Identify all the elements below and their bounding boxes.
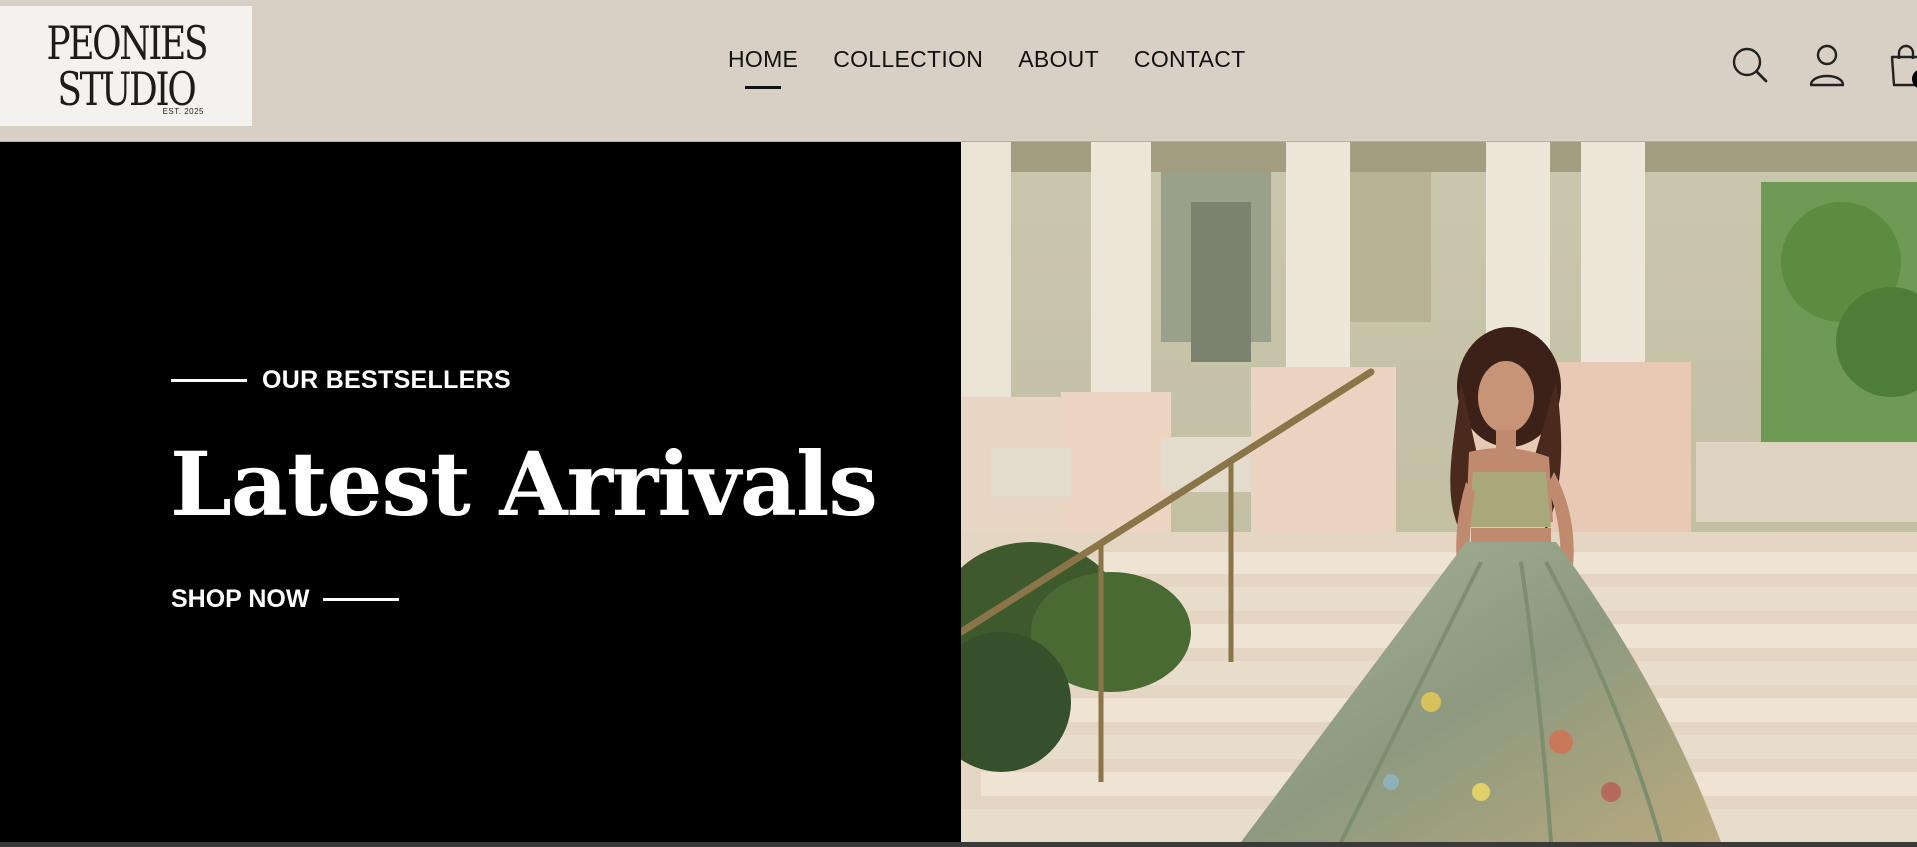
hero-photo-illustration [961,142,1917,842]
shop-now-label: SHOP NOW [171,585,310,613]
hero-eyebrow: OUR BESTSELLERS [171,366,511,395]
logo-line-2: STUDIO [57,62,196,116]
eyebrow-text: OUR BESTSELLERS [262,366,511,394]
eyebrow-rule [171,379,247,382]
hero-title: Latest Arrivals [170,432,878,536]
brand-logo[interactable]: PEONIES STUDIO EST. 2025 [0,6,252,126]
nav-home[interactable]: HOME [728,46,798,73]
logo-line-1: PEONIES [46,16,208,70]
shop-now-link[interactable]: SHOP NOW [171,585,400,614]
bottom-divider [0,842,1917,847]
logo-established: EST. 2025 [162,107,204,116]
nav-about[interactable]: ABOUT [1018,46,1099,73]
hero-image [961,142,1917,842]
hero-text-panel: OUR BESTSELLERS Latest Arrivals SHOP NOW [0,142,961,842]
nav-collection[interactable]: COLLECTION [833,46,983,73]
search-icon[interactable] [1728,40,1772,90]
nav-contact[interactable]: CONTACT [1134,46,1246,73]
account-icon[interactable] [1805,40,1849,90]
main-nav: HOME COLLECTION ABOUT CONTACT [728,46,1245,73]
site-header: PEONIES STUDIO EST. 2025 HOME COLLECTION… [0,0,1917,142]
header-icons: 0 [1728,40,1917,90]
shop-now-rule [323,598,400,601]
cart-icon[interactable]: 0 [1884,40,1917,90]
